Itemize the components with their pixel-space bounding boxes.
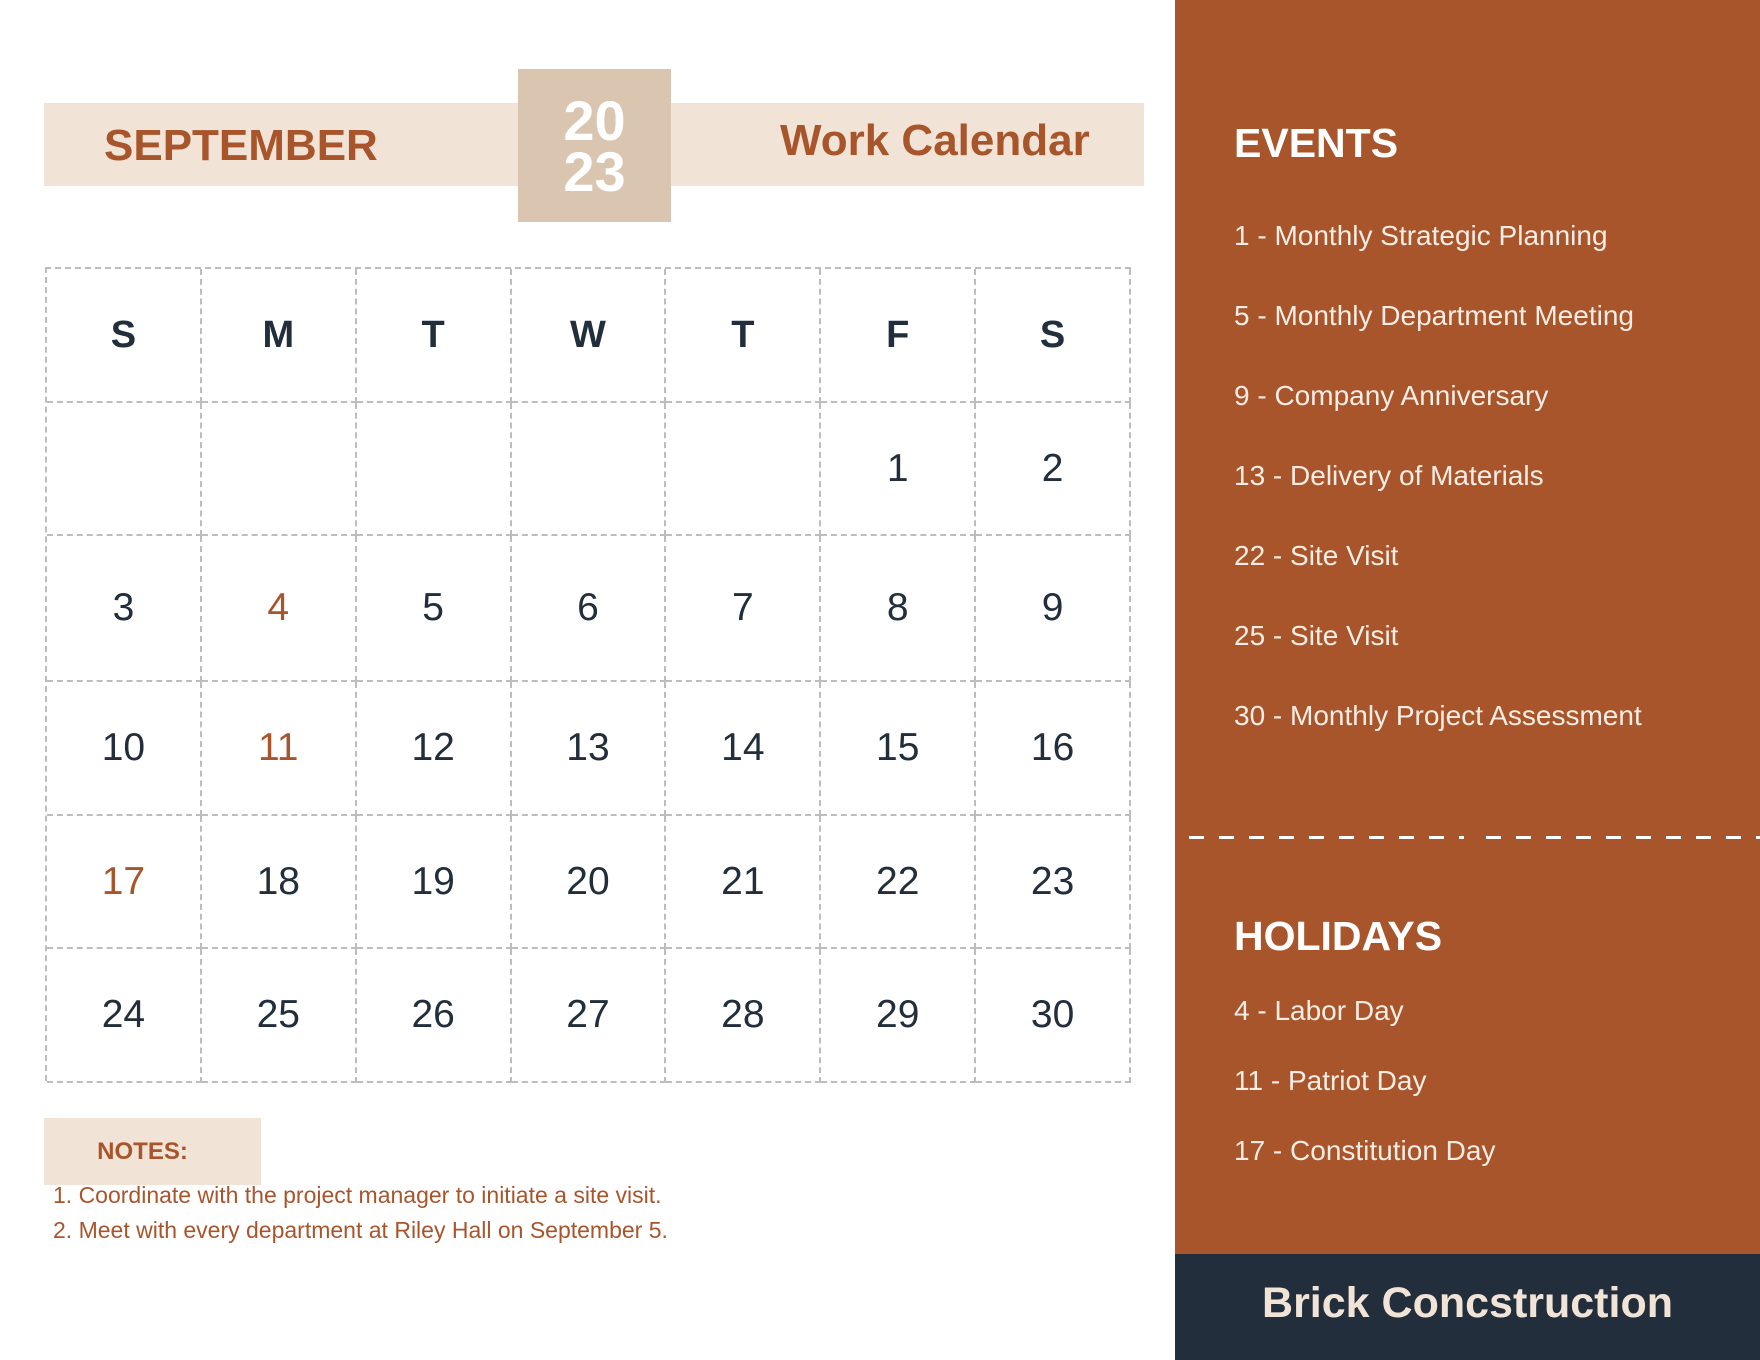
day-cell: 11	[201, 682, 357, 816]
section-divider	[1189, 836, 1760, 840]
event-item: 9 - Company Anniversary	[1234, 380, 1549, 411]
company-name: Brick Concstruction	[1262, 1278, 1673, 1327]
day-cell: 9	[976, 536, 1131, 682]
event-item: 1 - Monthly Strategic Planning	[1234, 220, 1608, 251]
event-item: 22 - Site Visit	[1234, 540, 1399, 571]
day-cell: 16	[976, 682, 1131, 816]
holiday-item: 4 - Labor Day	[1234, 995, 1404, 1026]
event-item: 5 - Monthly Department Meeting	[1234, 300, 1634, 331]
day-cell: 6	[511, 536, 667, 682]
day-cell: 14	[666, 682, 822, 816]
day-cell: 3	[47, 536, 202, 682]
day-cell: 24	[47, 949, 202, 1083]
events-heading: EVENTS	[1234, 120, 1399, 166]
weekday-header: S	[976, 269, 1131, 403]
day-cell: 15	[821, 682, 977, 816]
holidays-list: 4 - Labor Day 11 - Patriot Day 17 - Cons…	[1234, 988, 1495, 1198]
day-cell: 7	[666, 536, 822, 682]
day-cell: 26	[356, 949, 512, 1083]
day-cell	[201, 403, 357, 536]
calendar-title: Work Calendar	[780, 116, 1090, 165]
notes-list: 1. Coordinate with the project manager t…	[53, 1178, 668, 1248]
event-item: 30 - Monthly Project Assessment	[1234, 700, 1642, 731]
divider-dashes-right	[1485, 836, 1760, 839]
holiday-item: 17 - Constitution Day	[1234, 1135, 1496, 1166]
holidays-heading: HOLIDAYS	[1234, 913, 1443, 959]
weekday-header: T	[356, 269, 512, 403]
day-cell: 13	[511, 682, 667, 816]
events-list: 1 - Monthly Strategic Planning 5 - Month…	[1234, 211, 1642, 771]
month-title: SEPTEMBER	[104, 121, 378, 170]
day-cell: 21	[666, 816, 822, 949]
day-cell: 12	[356, 682, 512, 816]
day-cell: 2	[976, 403, 1131, 536]
day-cell: 19	[356, 816, 512, 949]
day-cell: 20	[511, 816, 667, 949]
day-cell: 4	[201, 536, 357, 682]
notes-label: NOTES:	[97, 1137, 188, 1165]
weekday-header: F	[821, 269, 977, 403]
day-cell: 5	[356, 536, 512, 682]
weekday-header: M	[201, 269, 357, 403]
notes-label-box: NOTES:	[44, 1118, 261, 1185]
company-footer: Brick Concstruction	[1175, 1254, 1760, 1360]
day-cell: 27	[511, 949, 667, 1083]
day-cell: 25	[201, 949, 357, 1083]
holiday-item: 11 - Patriot Day	[1234, 1065, 1427, 1096]
weekday-header: S	[47, 269, 202, 403]
year-top: 20	[563, 88, 626, 152]
weekday-header: T	[666, 269, 822, 403]
day-cell: 10	[47, 682, 202, 816]
weekday-header: W	[511, 269, 667, 403]
day-cell: 23	[976, 816, 1131, 949]
day-cell: 17	[47, 816, 202, 949]
day-cell: 8	[821, 536, 977, 682]
day-cell: 22	[821, 816, 977, 949]
note-item: 2. Meet with every department at Riley H…	[53, 1217, 668, 1243]
note-item: 1. Coordinate with the project manager t…	[53, 1182, 662, 1208]
day-cell: 18	[201, 816, 357, 949]
year-badge: 20 23	[518, 69, 671, 222]
divider-dashes-left	[1189, 836, 1464, 839]
day-cell: 29	[821, 949, 977, 1083]
day-cell	[47, 403, 202, 536]
day-cell	[356, 403, 512, 536]
event-item: 13 - Delivery of Materials	[1234, 460, 1544, 491]
year-bottom: 23	[563, 139, 626, 203]
day-cell	[666, 403, 822, 536]
calendar-grid: S M T W T F S 1 2 3 4 5 6 7 8 9 10 11 12…	[45, 267, 1131, 1083]
day-cell	[511, 403, 667, 536]
day-cell: 30	[976, 949, 1131, 1083]
day-cell: 1	[821, 403, 977, 536]
event-item: 25 - Site Visit	[1234, 620, 1399, 651]
day-cell: 28	[666, 949, 822, 1083]
